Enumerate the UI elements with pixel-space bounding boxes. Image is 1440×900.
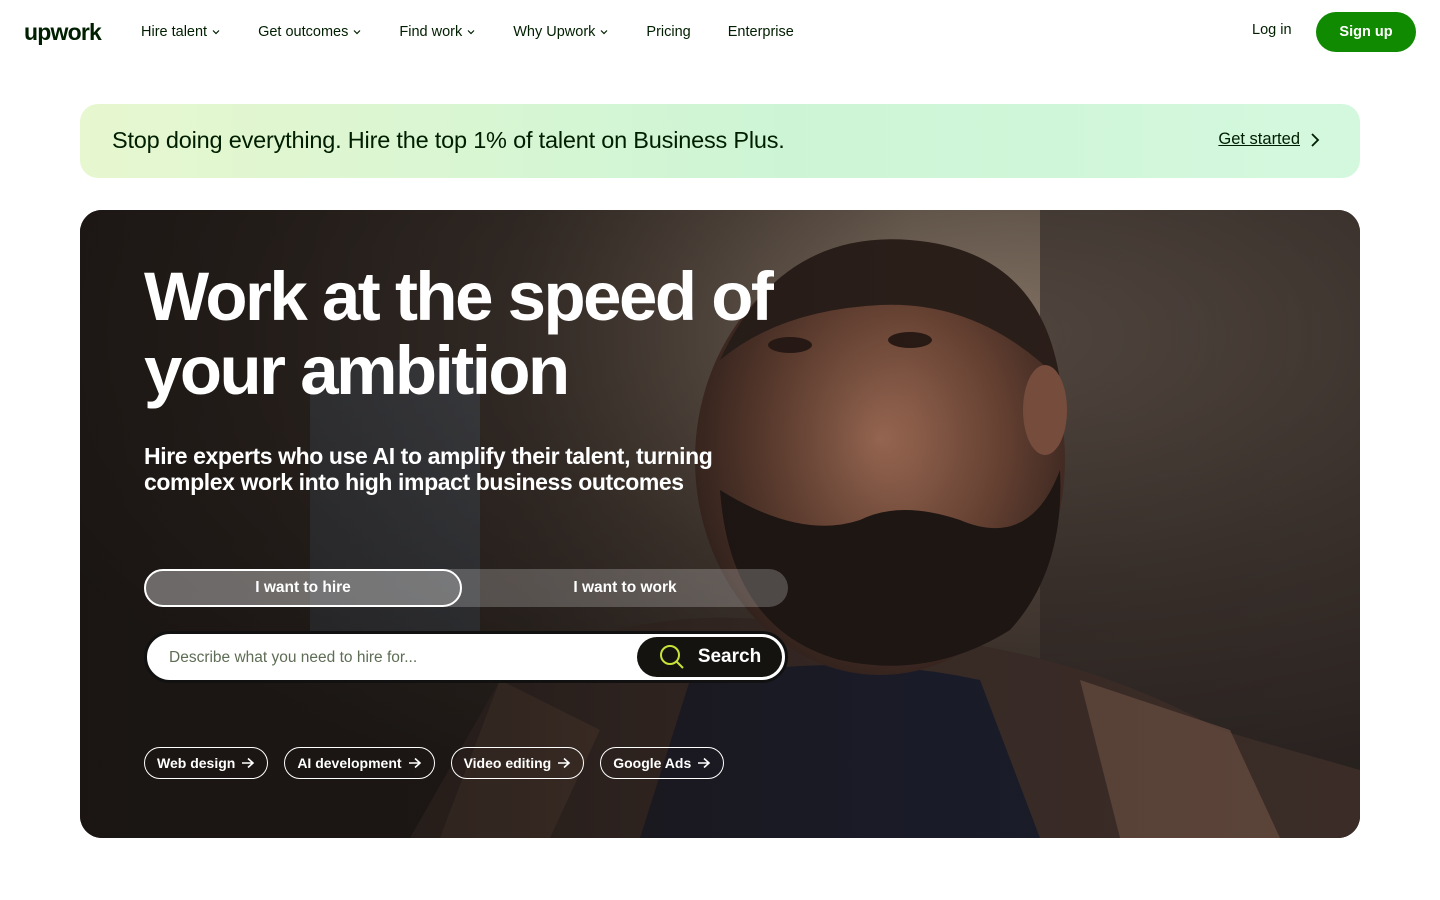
- arrow-right-icon: [242, 757, 255, 769]
- nav-get-outcomes[interactable]: Get outcomes: [258, 24, 362, 40]
- chip-web-design[interactable]: Web design: [144, 747, 269, 779]
- chip-google-ads[interactable]: Google Ads: [600, 747, 725, 779]
- toggle-i-want-to-work[interactable]: I want to work: [462, 569, 788, 607]
- toggle-i-want-to-hire[interactable]: I want to hire: [144, 569, 462, 607]
- hero-title-line2: your ambition: [144, 332, 570, 409]
- chip-label: Web design: [157, 755, 236, 771]
- promo-text: Stop doing everything. Hire the top 1% o…: [112, 127, 785, 153]
- signup-button[interactable]: Sign up: [1316, 12, 1416, 52]
- arrow-right-icon: [408, 757, 421, 769]
- chip-label: Google Ads: [613, 755, 692, 771]
- nav-item-label: Pricing: [646, 24, 691, 40]
- nav-item-label: Find work: [399, 24, 463, 40]
- hire-work-toggle: I want to hire I want to work: [144, 569, 788, 607]
- hero-section: Work at the speed of your ambition Hire …: [80, 210, 1360, 838]
- hero-subtitle-line2: complex work into high impact business o…: [144, 469, 684, 495]
- hero-subtitle-line1: Hire experts who use AI to amplify their…: [144, 443, 713, 469]
- nav-enterprise[interactable]: Enterprise: [728, 24, 794, 40]
- search-input[interactable]: [169, 645, 619, 671]
- chevron-down-icon: [600, 30, 608, 35]
- hero-title-line1: Work at the speed of: [144, 258, 774, 335]
- nav-pricing[interactable]: Pricing: [646, 24, 690, 40]
- promo-banner: Stop doing everything. Hire the top 1% o…: [80, 104, 1360, 178]
- top-navbar: upwork Hire talent Get outcomes Find wor…: [0, 0, 1440, 64]
- nav-find-work[interactable]: Find work: [399, 24, 476, 40]
- hero-title: Work at the speed of your ambition: [144, 260, 844, 408]
- arrow-right-icon: [558, 757, 571, 769]
- arrow-right-icon: [698, 757, 711, 769]
- get-started-link[interactable]: Get started: [1218, 130, 1320, 149]
- nav-hire-talent[interactable]: Hire talent: [141, 24, 221, 40]
- login-link[interactable]: Log in: [1252, 22, 1292, 38]
- chevron-down-icon: [212, 30, 220, 35]
- main-nav-links: Hire talent Get outcomes Find work Why U…: [141, 20, 831, 44]
- nav-item-label: Get outcomes: [258, 24, 349, 40]
- chip-video-editing[interactable]: Video editing: [450, 747, 585, 779]
- nav-item-label: Hire talent: [141, 24, 208, 40]
- hero-subtitle: Hire experts who use AI to amplify their…: [144, 443, 744, 495]
- search-button-label: Search: [697, 646, 762, 667]
- popular-searches: Web design AI development Video editing …: [144, 747, 740, 779]
- chip-label: Video editing: [463, 755, 552, 771]
- chevron-right-icon: [1311, 132, 1320, 147]
- search-button[interactable]: Search: [637, 637, 782, 677]
- upwork-logo[interactable]: upwork: [24, 18, 102, 46]
- chip-label: AI development: [297, 755, 402, 771]
- chevron-down-icon: [353, 30, 361, 35]
- chevron-down-icon: [467, 30, 475, 35]
- search-bar: Search: [144, 631, 788, 683]
- nav-item-label: Enterprise: [727, 24, 794, 40]
- nav-why-upwork[interactable]: Why Upwork: [513, 24, 609, 40]
- search-icon: [659, 645, 684, 669]
- get-started-label: Get started: [1218, 130, 1300, 148]
- nav-item-label: Why Upwork: [513, 24, 596, 40]
- chip-ai-development[interactable]: AI development: [284, 747, 435, 779]
